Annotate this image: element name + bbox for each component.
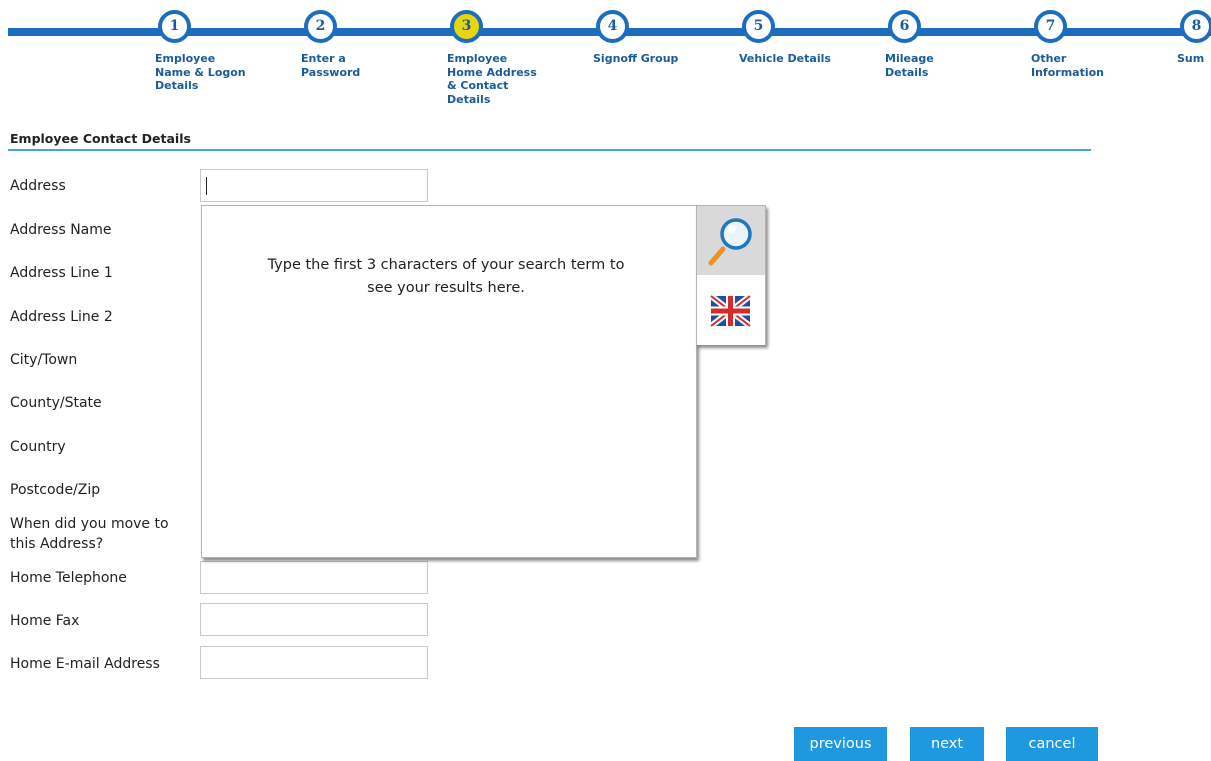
step-label: Vehicle Details bbox=[739, 52, 831, 65]
address-name-label: Address Name bbox=[10, 222, 112, 238]
step-label: Other Information bbox=[1031, 52, 1104, 79]
address-lookup-sidebar bbox=[696, 205, 766, 345]
home-fax-input[interactable] bbox=[200, 603, 428, 636]
address-line1-label: Address Line 1 bbox=[10, 265, 113, 281]
country-label: Country bbox=[10, 439, 66, 455]
step-label: Employee Home Address & Contact Details bbox=[447, 52, 537, 106]
step-number: 1 bbox=[158, 10, 191, 43]
home-email-input[interactable] bbox=[200, 646, 428, 679]
country-selector-tab[interactable] bbox=[697, 276, 765, 345]
home-fax-label: Home Fax bbox=[10, 613, 80, 629]
next-button[interactable]: next bbox=[910, 727, 984, 761]
address-lookup-hint: Type the first 3 characters of your sear… bbox=[267, 257, 625, 296]
step-label: Sum bbox=[1177, 52, 1205, 65]
step-number: 7 bbox=[1034, 10, 1067, 43]
county-label: County/State bbox=[10, 395, 102, 411]
text-caret bbox=[206, 177, 207, 195]
step-label: Employee Name & Logon Details bbox=[155, 52, 246, 92]
section-title: Employee Contact Details bbox=[10, 131, 191, 146]
step-number: 6 bbox=[888, 10, 921, 43]
step-number: 4 bbox=[596, 10, 629, 43]
step-label: Mileage Details bbox=[885, 52, 934, 79]
step-number: 3 bbox=[450, 10, 483, 43]
address-line2-label: Address Line 2 bbox=[10, 309, 113, 325]
address-lookup-results-panel: Type the first 3 characters of your sear… bbox=[201, 205, 697, 558]
previous-button[interactable]: previous bbox=[794, 727, 887, 761]
step-label: Enter a Password bbox=[301, 52, 361, 79]
step-number: 8 bbox=[1180, 10, 1211, 43]
home-email-label: Home E-mail Address bbox=[10, 656, 160, 672]
home-telephone-label: Home Telephone bbox=[10, 570, 127, 586]
address-search-input[interactable] bbox=[200, 169, 428, 202]
magnifier-icon bbox=[708, 218, 752, 266]
cancel-button[interactable]: cancel bbox=[1006, 727, 1098, 761]
uk-flag-icon bbox=[709, 293, 752, 329]
address-label: Address bbox=[10, 178, 66, 194]
postcode-label: Postcode/Zip bbox=[10, 482, 101, 498]
city-label: City/Town bbox=[10, 352, 78, 368]
home-telephone-input[interactable] bbox=[200, 561, 428, 594]
step-number: 5 bbox=[742, 10, 775, 43]
address-search-tab[interactable] bbox=[697, 206, 765, 275]
step-number: 2 bbox=[304, 10, 337, 43]
section-divider bbox=[8, 149, 1091, 151]
move-date-label: When did you move to this Address? bbox=[10, 516, 169, 552]
step-label: Signoff Group bbox=[593, 52, 679, 65]
